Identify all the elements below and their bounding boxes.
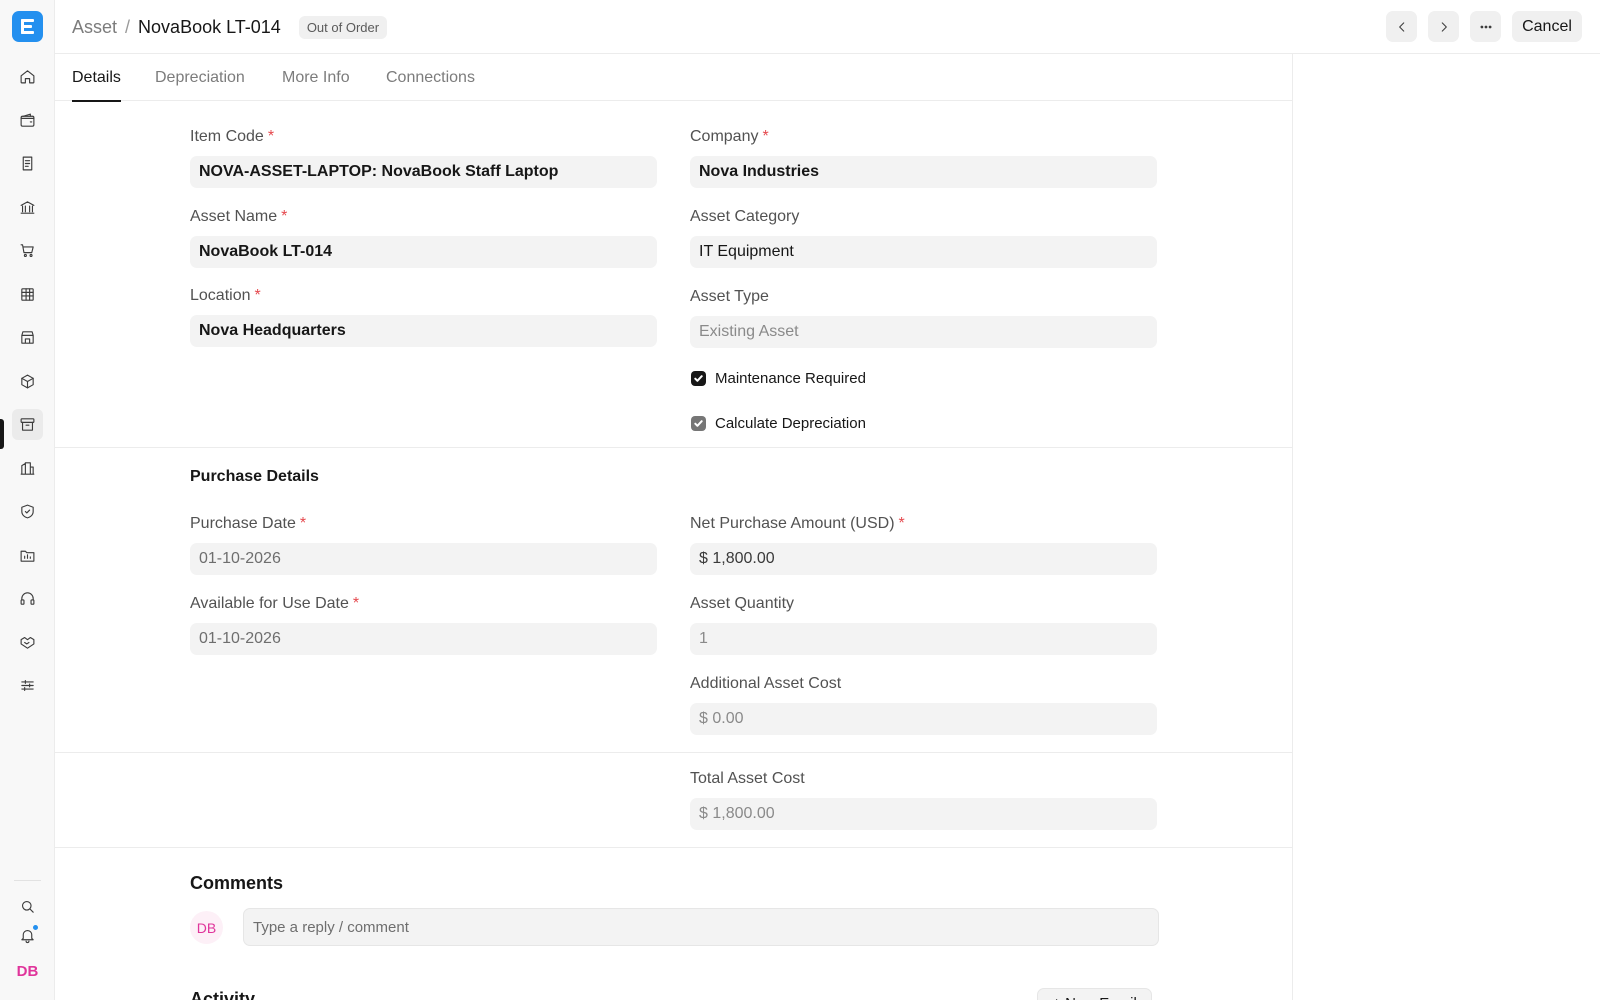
previous-record-button[interactable] bbox=[1386, 11, 1417, 42]
calculate-depreciation-label: Calculate Depreciation bbox=[715, 415, 866, 432]
chevron-left-icon bbox=[1398, 21, 1404, 32]
app-logo[interactable] bbox=[12, 11, 43, 42]
asset-type-field[interactable]: Existing Asset bbox=[690, 316, 1157, 348]
comment-avatar: DB bbox=[190, 911, 223, 944]
tab-details[interactable]: Details bbox=[72, 54, 121, 102]
additional-asset-cost-label: Additional Asset Cost bbox=[690, 675, 842, 692]
breadcrumb-separator: / bbox=[125, 16, 131, 37]
maintenance-required-label: Maintenance Required bbox=[715, 370, 866, 387]
page-title: NovaBook LT-014 bbox=[138, 16, 281, 37]
user-avatar[interactable]: DB bbox=[12, 956, 43, 987]
sidebar-item-reports[interactable] bbox=[12, 279, 43, 310]
chevron-right-icon bbox=[1441, 21, 1447, 32]
section-divider bbox=[55, 447, 1293, 448]
net-purchase-amount-field[interactable]: $ 1,800.00 bbox=[690, 543, 1157, 575]
asset-name-field[interactable]: NovaBook LT-014 bbox=[190, 236, 657, 268]
checkbox-checked-icon bbox=[691, 371, 706, 386]
company-field[interactable]: Nova Industries bbox=[690, 156, 1157, 188]
sidebar-item-projects[interactable] bbox=[12, 540, 43, 571]
tab-connections[interactable]: Connections bbox=[386, 54, 475, 101]
sidebar-item-banking[interactable] bbox=[12, 192, 43, 223]
form-main: Details Depreciation More Info Connectio… bbox=[55, 54, 1293, 1000]
sidebar-item-manufacturing[interactable] bbox=[12, 453, 43, 484]
sidebar-item-quality[interactable] bbox=[12, 496, 43, 527]
more-horizontal-icon bbox=[1480, 25, 1491, 28]
asset-quantity-field[interactable]: 1 bbox=[690, 623, 1157, 655]
purchase-date-label: Purchase Date * bbox=[190, 515, 307, 532]
sidebar-search-button[interactable] bbox=[12, 891, 43, 922]
store-icon bbox=[21, 331, 34, 344]
page-header: Asset / NovaBook LT-014 Out of Order Can… bbox=[55, 0, 1600, 54]
wallet-icon bbox=[20, 113, 35, 127]
comment-input[interactable]: Type a reply / comment bbox=[243, 908, 1159, 946]
asset-quantity-label: Asset Quantity bbox=[690, 595, 795, 612]
comments-heading: Comments bbox=[190, 873, 284, 893]
headset-icon bbox=[20, 592, 35, 605]
table-icon bbox=[21, 288, 34, 301]
asset-category-label: Asset Category bbox=[690, 208, 800, 225]
new-email-button[interactable]: + New Email bbox=[1037, 988, 1152, 1000]
net-purchase-amount-label: Net Purchase Amount (USD) * bbox=[690, 515, 905, 532]
sidebar-item-support[interactable] bbox=[12, 583, 43, 614]
archive-icon bbox=[20, 418, 35, 431]
notification-dot bbox=[32, 924, 39, 931]
company-label: Company * bbox=[690, 128, 769, 145]
activity-heading: Activity bbox=[190, 989, 256, 1000]
asset-category-field[interactable]: IT Equipment bbox=[690, 236, 1157, 268]
active-indicator bbox=[0, 419, 4, 449]
sidebar-item-buying[interactable] bbox=[12, 235, 43, 266]
purchase-date-field[interactable]: 01-10-2026 bbox=[190, 543, 657, 575]
section-divider bbox=[55, 752, 1293, 753]
location-field[interactable]: Nova Headquarters bbox=[190, 315, 657, 347]
location-label: Location * bbox=[190, 287, 261, 304]
breadcrumb: Asset / NovaBook LT-014 Out of Order bbox=[72, 0, 388, 54]
package-icon bbox=[21, 374, 34, 389]
cart-icon bbox=[20, 244, 34, 258]
more-actions-button[interactable] bbox=[1470, 11, 1501, 42]
sidebar-item-stock[interactable] bbox=[12, 366, 43, 397]
maintenance-required-checkbox[interactable]: Maintenance Required bbox=[691, 370, 866, 387]
erp-logo-icon bbox=[21, 19, 34, 34]
total-asset-cost-label: Total Asset Cost bbox=[690, 770, 805, 787]
folder-icon bbox=[20, 550, 35, 562]
section-divider bbox=[55, 847, 1293, 848]
checkbox-checked-disabled-icon bbox=[691, 416, 706, 431]
purchase-details-heading: Purchase Details bbox=[190, 468, 319, 485]
form-tabs: Details Depreciation More Info Connectio… bbox=[55, 54, 1293, 102]
additional-asset-cost-field[interactable]: $ 0.00 bbox=[690, 703, 1157, 735]
bank-icon bbox=[20, 201, 35, 214]
handshake-icon bbox=[20, 636, 35, 649]
available-for-use-date-field[interactable]: 01-10-2026 bbox=[190, 623, 657, 655]
sidebar-item-home[interactable] bbox=[12, 61, 43, 92]
sidebar-item-crm[interactable] bbox=[12, 627, 43, 658]
item-code-field[interactable]: NOVA-ASSET-LAPTOP: NovaBook Staff Laptop bbox=[190, 156, 657, 188]
sidebar-item-selling[interactable] bbox=[12, 322, 43, 353]
sidebar-divider bbox=[14, 880, 41, 881]
search-icon bbox=[21, 900, 34, 913]
sidebar: DB bbox=[0, 0, 55, 1000]
sidebar-item-accounting[interactable] bbox=[12, 105, 43, 136]
asset-name-label: Asset Name * bbox=[190, 208, 288, 225]
total-asset-cost-field[interactable]: $ 1,800.00 bbox=[690, 798, 1157, 830]
asset-type-label: Asset Type bbox=[690, 288, 769, 305]
calculate-depreciation-checkbox[interactable]: Calculate Depreciation bbox=[691, 415, 866, 432]
sidebar-item-invoicing[interactable] bbox=[12, 148, 43, 179]
next-record-button[interactable] bbox=[1428, 11, 1459, 42]
cancel-button[interactable]: Cancel bbox=[1512, 11, 1582, 42]
shield-icon bbox=[21, 504, 34, 519]
item-code-label: Item Code * bbox=[190, 128, 275, 145]
building-icon bbox=[20, 462, 35, 475]
sliders-icon bbox=[21, 679, 34, 692]
sidebar-notifications-button[interactable] bbox=[12, 920, 43, 951]
available-for-use-date-label: Available for Use Date * bbox=[190, 595, 360, 612]
receipt-icon bbox=[22, 156, 33, 171]
breadcrumb-parent-link[interactable]: Asset bbox=[72, 17, 117, 38]
status-badge: Out of Order bbox=[298, 15, 388, 39]
home-icon bbox=[20, 70, 35, 84]
app-window: DB Asset / NovaBook LT-014 Out of Order … bbox=[0, 0, 1600, 1000]
sidebar-item-assets[interactable] bbox=[12, 409, 43, 440]
sidebar-item-settings[interactable] bbox=[12, 670, 43, 701]
tab-more-info[interactable]: More Info bbox=[282, 54, 350, 101]
tab-depreciation[interactable]: Depreciation bbox=[155, 54, 245, 101]
